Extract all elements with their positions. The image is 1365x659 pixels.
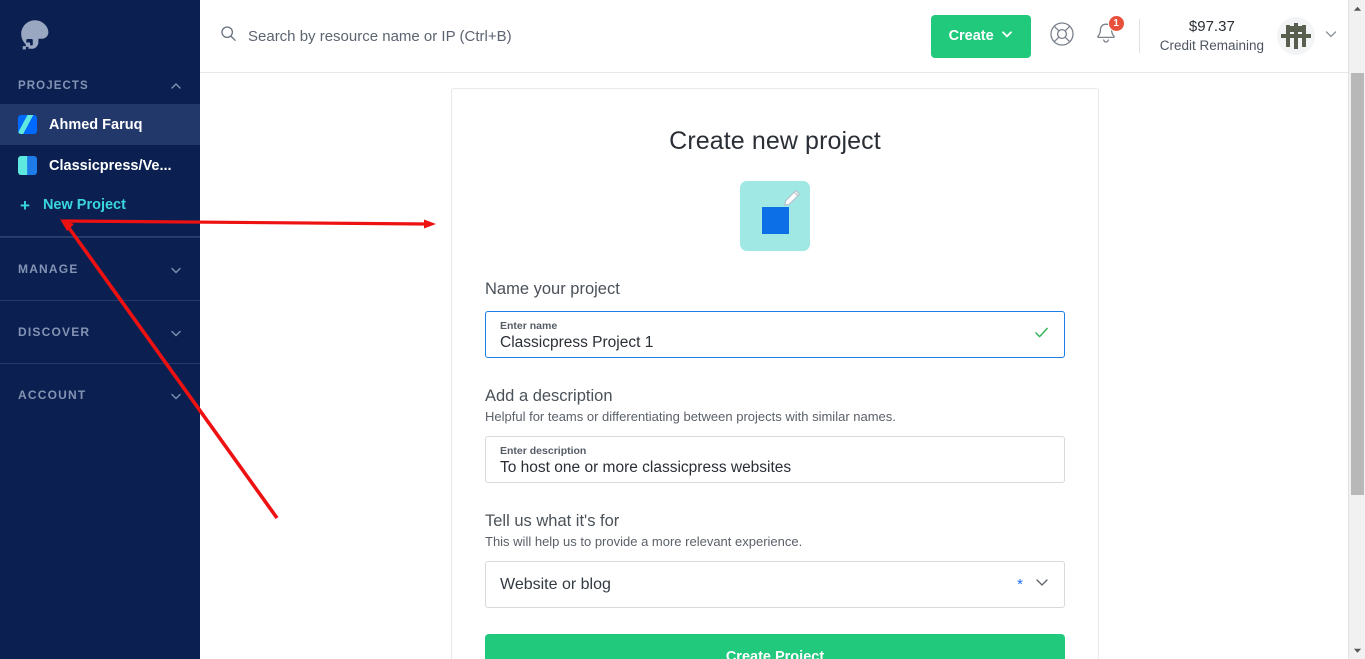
purpose-field-label: Tell us what it's for xyxy=(485,512,620,530)
project-name-input[interactable]: Enter name Classicpress Project 1 xyxy=(485,311,1065,358)
main-content: Create new project Name your project Ent… xyxy=(200,73,1348,659)
sidebar-group-label: DISCOVER xyxy=(18,325,91,339)
avatar[interactable] xyxy=(1277,17,1315,55)
sidebar-group-account[interactable]: ACCOUNT xyxy=(0,363,200,426)
digitalocean-app: PROJECTS Ahmed Faruq Classicpress/Ve... … xyxy=(0,0,1365,659)
sidebar-group-discover[interactable]: DISCOVER xyxy=(0,300,200,363)
credit-remaining: $97.37 Credit Remaining xyxy=(1160,17,1264,55)
search-input[interactable]: Search by resource name or IP (Ctrl+B) xyxy=(220,25,931,47)
chevron-up-icon xyxy=(170,80,182,92)
chevron-down-icon xyxy=(1034,574,1050,595)
sidebar-project-label: Classicpress/Ve... xyxy=(49,157,172,174)
sidebar-group-label: ACCOUNT xyxy=(18,388,87,402)
project-swatch-icon xyxy=(18,115,37,134)
notification-count-badge: 1 xyxy=(1107,14,1125,32)
chevron-down-icon xyxy=(170,389,182,401)
sidebar-item-project-classicpress[interactable]: Classicpress/Ve... xyxy=(0,145,200,186)
description-field-label: Add a description xyxy=(485,387,613,405)
purpose-select-value: Website or blog xyxy=(500,575,611,593)
purpose-field-sublabel: This will help us to provide a more rele… xyxy=(485,534,803,549)
create-button-label: Create xyxy=(948,28,994,44)
sidebar-projects-header[interactable]: PROJECTS xyxy=(0,68,200,104)
avatar-chevron-down-icon[interactable] xyxy=(1324,27,1338,46)
create-button[interactable]: Create xyxy=(930,14,1031,58)
project-description-input-label: Enter description xyxy=(500,444,587,457)
check-icon xyxy=(1033,324,1050,346)
chevron-down-icon xyxy=(1001,28,1013,44)
new-project-label: New Project xyxy=(42,197,126,213)
sidebar-group-manage[interactable]: MANAGE xyxy=(0,237,200,300)
scroll-down-arrow-icon[interactable] xyxy=(1349,642,1365,659)
digitalocean-logo-icon xyxy=(18,17,52,51)
scrollbar-thumb[interactable] xyxy=(1351,73,1364,495)
sidebar-item-project-ahmed-faruq[interactable]: Ahmed Faruq xyxy=(0,104,200,145)
chevron-down-icon xyxy=(170,326,182,338)
create-project-card: Create new project Name your project Ent… xyxy=(451,88,1099,659)
vertical-scrollbar[interactable] xyxy=(1348,0,1365,659)
scroll-up-arrow-icon[interactable] xyxy=(1349,0,1365,17)
credit-amount: $97.37 xyxy=(1188,17,1235,35)
sidebar-projects-label: PROJECTS xyxy=(18,80,89,92)
project-description-input[interactable]: Enter description To host one or more cl… xyxy=(485,436,1065,483)
project-name-input-value: Classicpress Project 1 xyxy=(500,334,654,352)
project-avatar-edit-button[interactable] xyxy=(740,181,810,251)
chevron-down-icon xyxy=(170,263,182,275)
page-title: Create new project xyxy=(669,127,881,155)
purpose-select[interactable]: Website or blog * xyxy=(485,561,1065,608)
required-asterisk: * xyxy=(1017,576,1023,593)
digitalocean-logo-link[interactable] xyxy=(0,0,200,68)
search-icon xyxy=(220,25,237,47)
sidebar-group-label: MANAGE xyxy=(18,262,79,276)
project-name-input-label: Enter name xyxy=(500,319,558,332)
name-field-label: Name your project xyxy=(485,280,620,298)
description-field-sublabel: Helpful for teams or differentiating bet… xyxy=(485,409,896,424)
search-placeholder: Search by resource name or IP (Ctrl+B) xyxy=(248,27,512,45)
pencil-edit-icon xyxy=(779,187,803,216)
plus-icon: + xyxy=(20,195,30,215)
project-swatch-icon xyxy=(18,156,37,175)
sidebar-new-project-button[interactable]: + New Project xyxy=(0,186,200,224)
help-icon[interactable] xyxy=(1049,21,1075,52)
credit-label: Credit Remaining xyxy=(1159,38,1264,54)
sidebar-project-label: Ahmed Faruq xyxy=(49,116,143,133)
sidebar: PROJECTS Ahmed Faruq Classicpress/Ve... … xyxy=(0,0,200,659)
create-project-submit-button[interactable]: Create Project xyxy=(485,634,1065,659)
project-description-input-value: To host one or more classicpress website… xyxy=(500,459,792,477)
project-avatar-wrap xyxy=(485,181,1065,251)
header-divider xyxy=(1138,19,1140,53)
top-header: Search by resource name or IP (Ctrl+B) C… xyxy=(200,0,1348,73)
notifications-bell-icon[interactable]: 1 xyxy=(1093,14,1125,52)
